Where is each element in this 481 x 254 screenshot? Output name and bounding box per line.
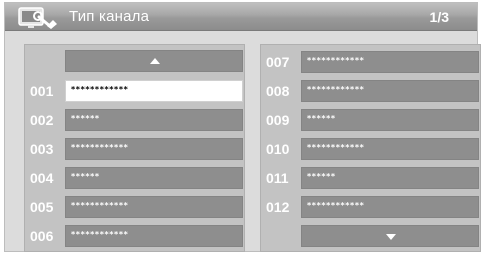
channel-list-left: 001 ************ 002 ****** 003 ********… xyxy=(24,44,245,252)
channel-row[interactable]: 010 ************ xyxy=(261,137,480,161)
channel-row[interactable]: 011 ****** xyxy=(261,166,480,190)
channel-name-field[interactable]: ************ xyxy=(65,80,243,102)
channel-number: 007 xyxy=(266,54,290,70)
channel-name: ************ xyxy=(307,85,365,94)
triangle-up-icon xyxy=(150,58,160,64)
scroll-down-button[interactable] xyxy=(301,225,479,247)
channel-name: ************ xyxy=(307,143,365,152)
channel-list-right: 007 ************ 008 ************ 009 **… xyxy=(260,44,481,252)
channel-row[interactable]: 001 ************ xyxy=(25,79,244,103)
channel-name-field[interactable]: ************ xyxy=(301,138,479,160)
channel-name-field[interactable]: ****** xyxy=(301,167,479,189)
channel-row[interactable]: 012 ************ xyxy=(261,195,480,219)
channel-name-field[interactable]: ****** xyxy=(65,167,243,189)
channel-name: ************ xyxy=(71,143,129,152)
channel-name: ************ xyxy=(71,230,129,239)
scroll-up-button[interactable] xyxy=(65,50,243,72)
channel-name: ************ xyxy=(71,85,129,94)
channel-row[interactable]: 003 ************ xyxy=(25,137,244,161)
channel-row[interactable]: 006 ************ xyxy=(25,224,244,248)
channel-row[interactable]: 002 ****** xyxy=(25,108,244,132)
channel-name: ****** xyxy=(71,114,100,123)
tv-settings-icon xyxy=(17,6,61,30)
channel-name: ************ xyxy=(307,201,365,210)
channel-number: 011 xyxy=(266,170,289,186)
channel-name-field[interactable]: ************ xyxy=(301,51,479,73)
channel-name-field[interactable]: ************ xyxy=(301,196,479,218)
page-title: Тип канала xyxy=(69,8,150,25)
channel-number: 006 xyxy=(30,228,54,244)
channel-name: ****** xyxy=(307,172,336,181)
channel-name: ****** xyxy=(71,172,100,181)
channel-name-field[interactable]: ************ xyxy=(301,80,479,102)
channel-name-field[interactable]: ************ xyxy=(65,225,243,247)
channel-number: 009 xyxy=(266,112,290,128)
channel-row[interactable]: 009 ****** xyxy=(261,108,480,132)
channel-name-field[interactable]: ************ xyxy=(65,138,243,160)
channel-row[interactable]: 008 ************ xyxy=(261,79,480,103)
page-indicator: 1/3 xyxy=(429,9,449,25)
channel-name: ************ xyxy=(71,201,129,210)
channel-number: 005 xyxy=(30,199,54,215)
channel-name: ****** xyxy=(307,114,336,123)
channel-number: 008 xyxy=(266,83,290,99)
channel-name: ************ xyxy=(307,56,365,65)
channel-number: 003 xyxy=(30,141,54,157)
channel-name-field[interactable]: ****** xyxy=(301,109,479,131)
channel-row[interactable]: 004 ****** xyxy=(25,166,244,190)
channel-type-menu: Тип канала 1/3 001 ************ 002 ****… xyxy=(4,2,481,252)
channel-name-field[interactable]: ************ xyxy=(65,196,243,218)
channel-name-field[interactable]: ****** xyxy=(65,109,243,131)
channel-number: 002 xyxy=(30,112,54,128)
menu-header: Тип канала 1/3 xyxy=(5,3,477,31)
channel-number: 004 xyxy=(30,170,54,186)
channel-row[interactable]: 007 ************ xyxy=(261,50,480,74)
channel-number: 001 xyxy=(30,83,54,99)
channel-row[interactable]: 005 ************ xyxy=(25,195,244,219)
triangle-down-icon xyxy=(386,234,396,240)
channel-number: 012 xyxy=(266,199,290,215)
channel-number: 010 xyxy=(266,141,290,157)
